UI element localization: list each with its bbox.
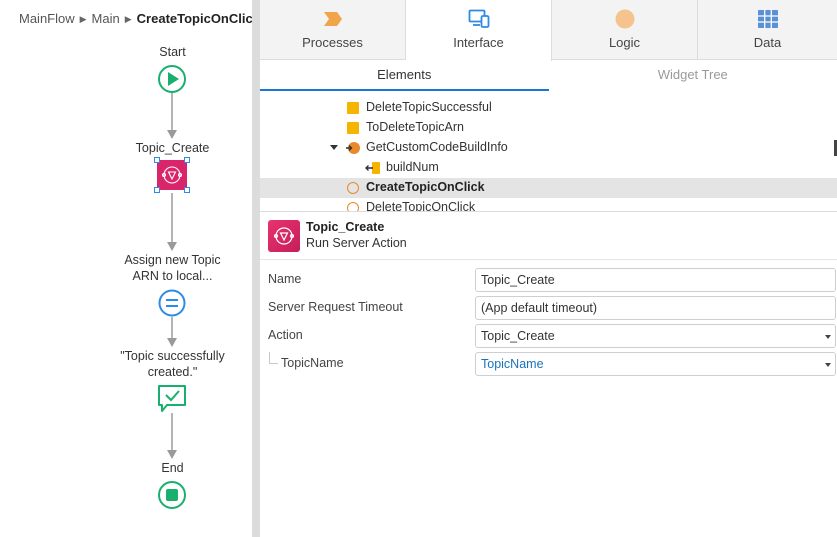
tree-item-label: DeleteTopicOnClick	[366, 200, 476, 211]
assign-node-label-line1: Assign new Topic	[124, 253, 221, 267]
action-select[interactable]: Topic_Create	[475, 324, 836, 348]
stop-icon	[166, 489, 178, 501]
server-action-node-label: Topic_Create	[135, 141, 210, 155]
tree-item-label: GetCustomCodeBuildInfo	[366, 140, 508, 154]
end-node-label: End	[161, 461, 184, 475]
assign-node[interactable]	[158, 289, 186, 317]
server-request-timeout-field[interactable]: (App default timeout)	[475, 296, 836, 320]
tree-item-label: CreateTopicOnClick	[366, 180, 485, 194]
property-label: Server Request Timeout	[268, 300, 403, 314]
tree-item-label: ToDeleteTopicArn	[366, 120, 464, 134]
start-node-label: Start	[159, 45, 186, 59]
name-field[interactable]: Topic_Create	[475, 268, 836, 292]
message-node-label-line1: "Topic successfully	[120, 349, 225, 363]
divider	[260, 211, 837, 212]
property-label: TopicName	[281, 356, 344, 370]
sub-tabs: Elements Widget Tree	[260, 61, 837, 91]
topicname-select[interactable]: TopicName	[475, 352, 836, 376]
tab-interface[interactable]: Interface	[406, 0, 552, 61]
property-topicname-row: TopicName TopicName	[260, 352, 837, 376]
properties-header: Topic_Create Run Server Action	[268, 220, 828, 252]
divider	[260, 259, 837, 260]
tree-item[interactable]: buildNum	[260, 158, 837, 178]
topicname-select-value: TopicName	[481, 357, 544, 371]
tab-label: Interface	[453, 35, 504, 50]
panel-splitter[interactable]	[252, 0, 260, 537]
tree-item[interactable]: GetCustomCodeBuildInfo	[260, 138, 837, 158]
property-label: Action	[268, 328, 303, 342]
message-node[interactable]	[158, 385, 186, 412]
selection-handle[interactable]	[154, 157, 160, 163]
tree-item-selected[interactable]: CreateTopicOnClick	[260, 178, 837, 198]
chevron-down-icon	[825, 335, 831, 339]
right-panel: Processes Interface Logic Data Elements …	[260, 0, 837, 537]
connector-arrow-icon	[167, 242, 177, 251]
assign-node-label-line2: ARN to local...	[132, 269, 213, 283]
tab-label: Data	[753, 35, 782, 50]
flow-canvas[interactable]: MainFlow ▶ Main ▶ CreateTopicOnClick Sta…	[0, 0, 260, 537]
properties-subtitle: Run Server Action	[306, 236, 407, 250]
end-node[interactable]	[158, 481, 186, 509]
tree-item[interactable]: DeleteTopicSuccessful	[260, 98, 837, 118]
tab-logic[interactable]: Logic	[552, 0, 698, 60]
elements-tree: DeleteTopicSuccessful ToDeleteTopicArn G…	[260, 97, 837, 211]
server-action-icon	[268, 220, 300, 252]
connector-arrow-icon	[167, 450, 177, 459]
local-variable-icon	[347, 102, 359, 114]
client-action-icon	[347, 202, 359, 211]
start-node[interactable]	[158, 65, 186, 93]
main-tabs: Processes Interface Logic Data	[260, 0, 837, 61]
selection-handle[interactable]	[154, 187, 160, 193]
server-action-node[interactable]	[154, 157, 190, 193]
property-label: Name	[268, 272, 302, 286]
action-select-value: Topic_Create	[481, 329, 555, 343]
selection-handle[interactable]	[184, 187, 190, 193]
connector-arrow-icon	[167, 130, 177, 139]
tab-data[interactable]: Data	[698, 0, 837, 60]
tab-processes[interactable]: Processes	[260, 0, 406, 60]
aggregate-icon	[346, 142, 360, 154]
tree-item-label: buildNum	[386, 160, 439, 174]
tab-widget-tree[interactable]: Widget Tree	[549, 61, 837, 91]
tab-elements[interactable]: Elements	[260, 61, 549, 91]
connector-arrow-icon	[167, 338, 177, 347]
property-action-row: Action Topic_Create	[260, 324, 837, 348]
local-variable-icon	[347, 122, 359, 134]
selection-handle[interactable]	[184, 157, 190, 163]
interface-icon	[468, 9, 489, 28]
tree-item-label: DeleteTopicSuccessful	[366, 100, 492, 114]
tree-item[interactable]: DeleteTopicOnClick	[260, 198, 837, 211]
property-timeout-row: Server Request Timeout (App default time…	[260, 296, 837, 320]
tab-label: Processes	[302, 35, 363, 50]
message-node-label-line2: created."	[147, 365, 198, 379]
client-action-icon	[347, 182, 359, 194]
chevron-down-icon	[825, 363, 831, 367]
property-name-row: Name Topic_Create	[260, 268, 837, 292]
tree-item[interactable]: ToDeleteTopicArn	[260, 118, 837, 138]
logic-icon	[615, 9, 634, 29]
data-icon	[757, 10, 778, 28]
tree-elbow-icon	[269, 352, 278, 364]
output-parameter-icon	[365, 162, 380, 174]
tab-label: Logic	[608, 35, 641, 50]
expand-caret-icon[interactable]	[330, 145, 338, 150]
processes-icon	[323, 12, 342, 26]
properties-title: Topic_Create	[306, 220, 385, 234]
